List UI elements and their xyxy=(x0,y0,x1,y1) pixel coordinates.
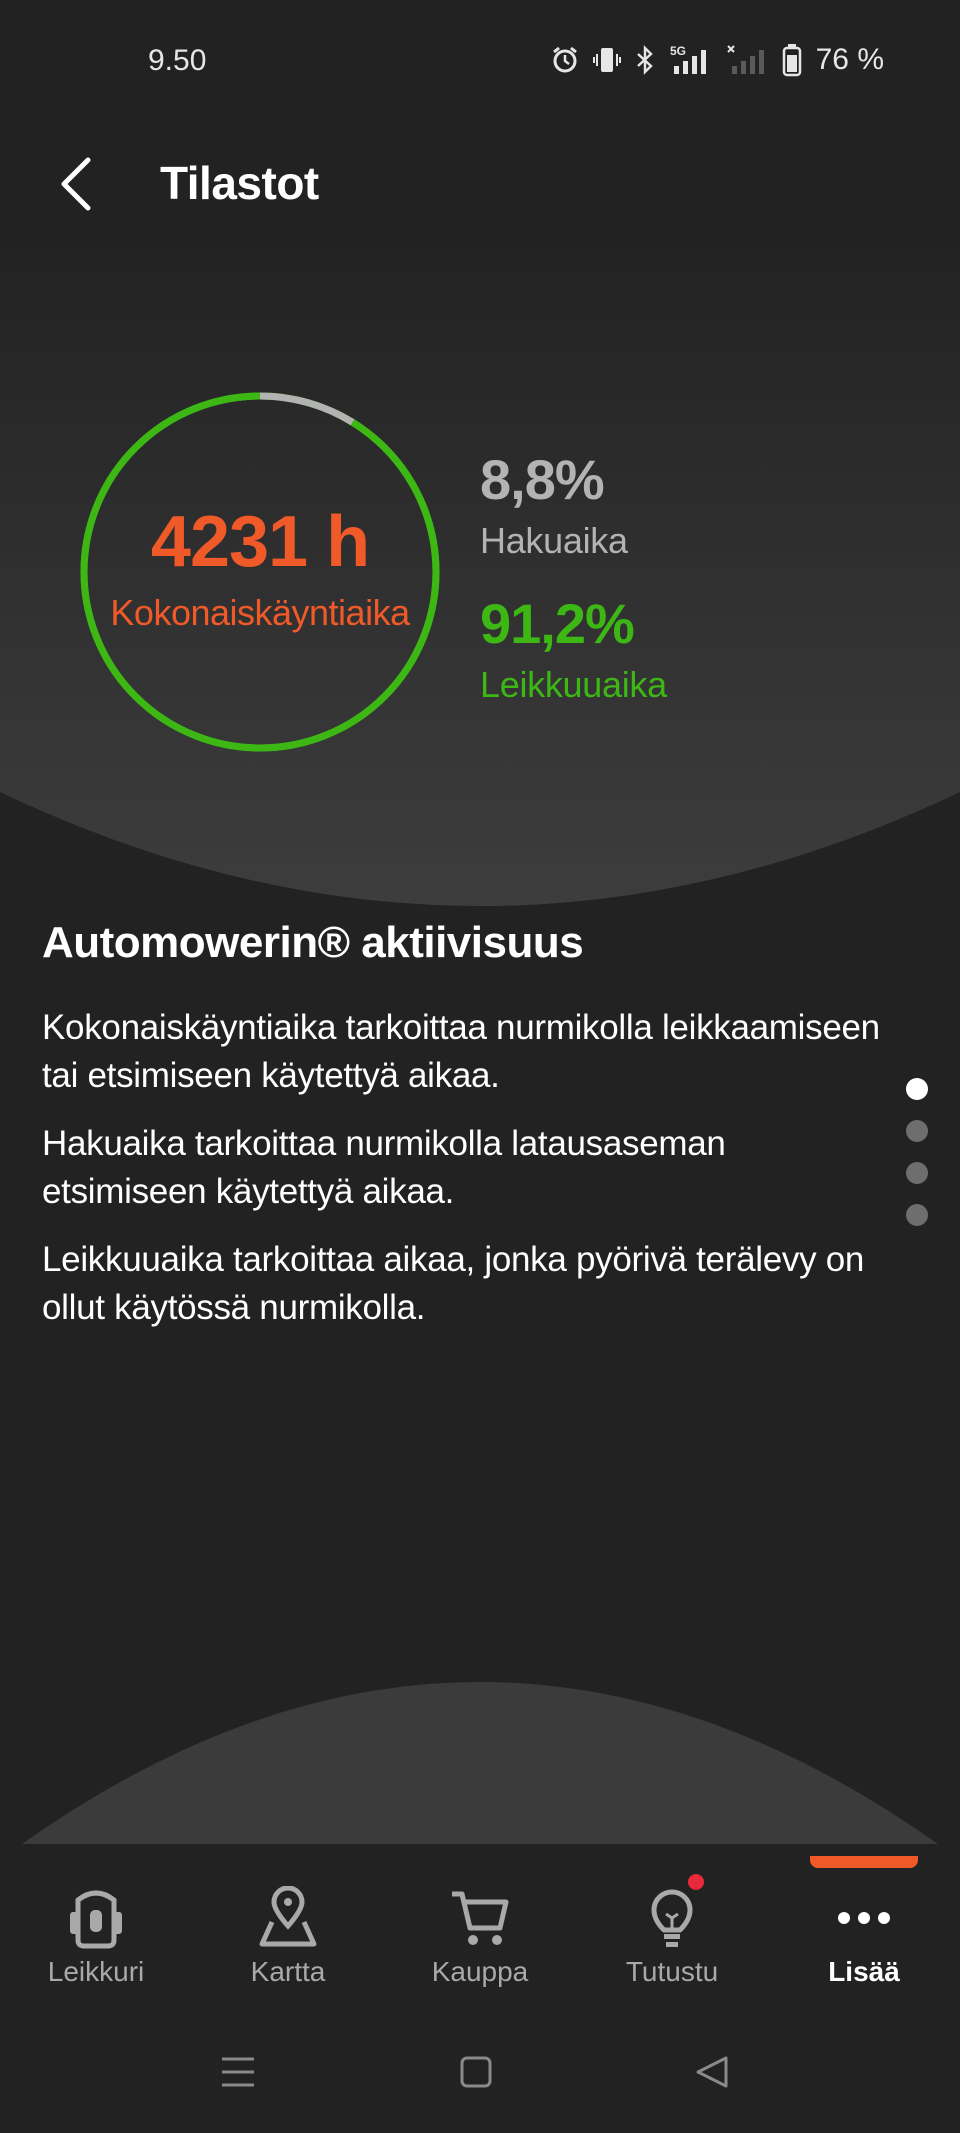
back-triangle-icon xyxy=(694,2054,730,2095)
system-navigation-bar xyxy=(0,2014,960,2133)
battery-icon xyxy=(782,43,802,77)
cutting-percent: 91,2% xyxy=(480,592,635,655)
mower-icon xyxy=(56,1878,136,1958)
page-indicator xyxy=(906,1078,930,1246)
active-nav-indicator xyxy=(810,1856,918,1868)
back-button[interactable] xyxy=(44,154,108,218)
recents-icon xyxy=(220,2056,256,2093)
cart-icon xyxy=(440,1878,520,1958)
ring-center: 4231 h Kokonaiskäyntiaika xyxy=(78,390,442,754)
nav-label: Tutustu xyxy=(625,1956,719,1987)
status-time: 9.50 xyxy=(148,44,207,77)
info-section: Automowerin® aktiivisuus Kokonaiskäyntia… xyxy=(42,918,882,1352)
nav-label: Leikkuri xyxy=(47,1956,145,1987)
nav-label: Kauppa xyxy=(431,1956,529,1987)
nav-item-tutustu[interactable]: Tutustu xyxy=(576,1844,768,2014)
more-dots-icon xyxy=(824,1878,904,1958)
alarm-icon xyxy=(550,45,580,75)
bottom-arc-decoration xyxy=(22,1682,938,1844)
nav-label: Lisää xyxy=(828,1956,900,1987)
battery-percent: 76 % xyxy=(815,43,884,76)
vibrate-icon xyxy=(592,45,622,75)
cutting-stat: 91,2% Leikkuuaika xyxy=(480,596,667,706)
info-title: Automowerin® aktiivisuus xyxy=(42,918,584,967)
page-dot[interactable] xyxy=(906,1162,928,1184)
runtime-ring-chart: 4231 h Kokonaiskäyntiaika xyxy=(78,390,442,754)
app-bar: Tilastot xyxy=(0,130,960,240)
home-icon xyxy=(459,2055,493,2094)
search-label: Hakuaika xyxy=(480,520,628,561)
info-paragraph: Kokonaiskäyntiaika tarkoittaa nurmikolla… xyxy=(42,1008,880,1095)
search-percent: 8,8% xyxy=(480,448,605,511)
nav-item-kauppa[interactable]: Kauppa xyxy=(384,1844,576,2014)
total-hours-value: 4231 h xyxy=(150,502,370,582)
recents-button[interactable] xyxy=(208,2044,268,2104)
total-hours-label: Kokonaiskäyntiaika xyxy=(110,592,410,633)
bluetooth-icon xyxy=(634,45,656,75)
info-paragraph: Leikkuuaika tarkoittaa aikaa, jonka pyör… xyxy=(42,1240,865,1327)
map-pin-icon xyxy=(248,1878,328,1958)
nav-label: Kartta xyxy=(250,1956,326,1987)
cutting-label: Leikkuuaika xyxy=(480,664,667,705)
info-paragraph: Hakuaika tarkoittaa nurmikolla latausase… xyxy=(42,1124,726,1211)
page-dot[interactable] xyxy=(906,1204,928,1226)
nav-item-lisaa[interactable]: Lisää xyxy=(768,1844,960,2014)
page-dot[interactable] xyxy=(906,1120,928,1142)
bottom-navigation: Leikkuri Kartta Kauppa Tutustu Lisää xyxy=(0,1844,960,2014)
system-back-button[interactable] xyxy=(682,2044,742,2104)
chevron-left-icon xyxy=(56,156,96,217)
nav-item-leikkuri[interactable]: Leikkuri xyxy=(0,1844,192,2014)
status-bar: 9.50 5G 76 % xyxy=(0,0,960,130)
page-title: Tilastot xyxy=(160,157,319,209)
search-stat: 8,8% Hakuaika xyxy=(480,452,628,562)
nav-item-kartta[interactable]: Kartta xyxy=(192,1844,384,2014)
network-label: 5G xyxy=(670,44,686,58)
home-button[interactable] xyxy=(446,2044,506,2104)
status-icons: 5G 76 % xyxy=(550,40,884,80)
lightbulb-icon xyxy=(632,1878,712,1958)
page-dot[interactable] xyxy=(906,1078,928,1100)
signal-5g-icon: 5G xyxy=(668,44,714,76)
notification-badge xyxy=(688,1874,704,1890)
signal-no-service-icon xyxy=(726,44,770,76)
